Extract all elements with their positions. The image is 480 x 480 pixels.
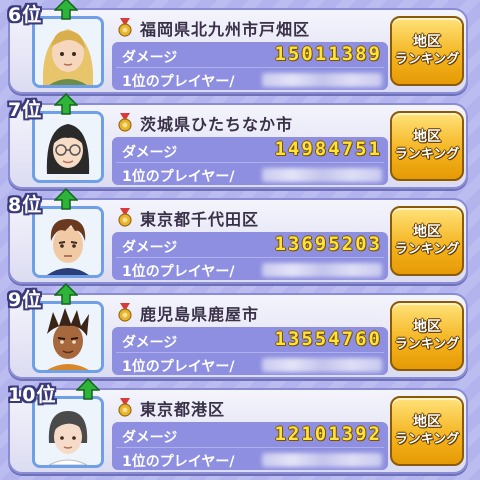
damage-label: ダメージ: [122, 145, 178, 161]
rank-up-arrow-icon: [76, 378, 100, 400]
rank-up-arrow-icon: [54, 188, 78, 210]
rank-up-arrow-icon: [54, 283, 78, 305]
score-panel: ダメージ 15011389 1位のプレイヤー/: [112, 42, 388, 90]
damage-label: ダメージ: [122, 50, 178, 66]
damage-value: 14984751: [274, 138, 382, 160]
damage-label: ダメージ: [122, 430, 178, 446]
button-label-line1: 地区: [413, 319, 441, 335]
avatar-dreadlock-boy-icon: [35, 304, 101, 370]
rank-label: 9位: [8, 289, 43, 311]
button-label-line1: 地区: [413, 129, 441, 145]
top-player-label: 1位のプレイヤー/: [122, 359, 235, 375]
top-player-label: 1位のプレイヤー/: [122, 454, 235, 470]
ranking-row: 9位 鹿児島県鹿屋市 ダメージ 13554760 1位のプレイヤー/ 地区 ラン…: [8, 283, 468, 379]
area-ranking-button[interactable]: 地区 ランキング: [390, 16, 464, 86]
divider: [116, 67, 384, 68]
region-title: 鹿児島県鹿屋市: [116, 301, 386, 325]
button-label-line2: ランキング: [394, 242, 460, 257]
score-panel: ダメージ 13695203 1位のプレイヤー/: [112, 232, 388, 280]
medal-icon: [118, 303, 132, 322]
medal-icon: [118, 208, 132, 227]
button-label-line2: ランキング: [394, 147, 460, 162]
player-avatar: [32, 16, 104, 88]
region-name: 茨城県ひたちなか市: [140, 115, 294, 134]
top-player-name-blurred: [262, 263, 382, 277]
avatar-brown-hair-boy-icon: [35, 209, 101, 275]
area-ranking-button[interactable]: 地区 ランキング: [390, 206, 464, 276]
button-label-line1: 地区: [413, 34, 441, 50]
top-player-name-blurred: [262, 73, 382, 87]
avatar-glasses-girl-icon: [35, 114, 101, 180]
damage-value: 13695203: [274, 233, 382, 255]
region-title: 茨城県ひたちなか市: [116, 111, 386, 135]
ranking-list: 6位 福岡県北九州市戸畑区 ダメージ 15011389 1位のプレイヤー/ 地区…: [0, 0, 480, 480]
ranking-row: 10位 東京都港区 ダメージ 12101392 1位のプレイヤー/ 地区 ランキ…: [8, 378, 468, 474]
rank-up-arrow-icon: [54, 0, 78, 20]
divider: [116, 352, 384, 353]
top-player-label: 1位のプレイヤー/: [122, 264, 235, 280]
ranking-row: 6位 福岡県北九州市戸畑区 ダメージ 15011389 1位のプレイヤー/ 地区…: [8, 0, 468, 94]
region-name: 福岡県北九州市戸畑区: [140, 20, 311, 39]
top-player-label: 1位のプレイヤー/: [122, 169, 235, 185]
score-panel: ダメージ 14984751 1位のプレイヤー/: [112, 137, 388, 185]
medal-icon: [118, 113, 132, 132]
region-name: 東京都港区: [140, 400, 226, 419]
button-label-line1: 地区: [413, 414, 441, 430]
damage-value: 12101392: [274, 423, 382, 445]
divider: [116, 447, 384, 448]
top-player-name-blurred: [262, 453, 382, 467]
button-label-line1: 地区: [413, 224, 441, 240]
medal-icon: [118, 18, 132, 37]
player-avatar: [32, 301, 104, 373]
rank-label: 8位: [8, 194, 43, 216]
area-ranking-button[interactable]: 地区 ランキング: [390, 396, 464, 466]
area-ranking-button[interactable]: 地区 ランキング: [390, 301, 464, 371]
rank-label: 10位: [8, 384, 57, 406]
rank-up-arrow-icon: [54, 93, 78, 115]
player-avatar: [32, 111, 104, 183]
score-panel: ダメージ 12101392 1位のプレイヤー/: [112, 422, 388, 470]
top-player-name-blurred: [262, 168, 382, 182]
rank-label: 6位: [8, 4, 43, 26]
region-name: 鹿児島県鹿屋市: [140, 305, 260, 324]
damage-label: ダメージ: [122, 335, 178, 351]
avatar-blonde-girl-icon: [35, 19, 101, 85]
region-title: 東京都港区: [116, 396, 386, 420]
avatar-short-hair-woman-icon: [35, 399, 101, 465]
divider: [116, 162, 384, 163]
player-avatar: [32, 206, 104, 278]
divider: [116, 257, 384, 258]
medal-icon: [118, 398, 132, 417]
button-label-line2: ランキング: [394, 52, 460, 67]
top-player-name-blurred: [262, 358, 382, 372]
score-panel: ダメージ 13554760 1位のプレイヤー/: [112, 327, 388, 375]
button-label-line2: ランキング: [394, 432, 460, 447]
region-title: 福岡県北九州市戸畑区: [116, 16, 386, 40]
ranking-row: 7位 茨城県ひたちなか市 ダメージ 14984751 1位のプレイヤー/ 地区 …: [8, 93, 468, 189]
damage-label: ダメージ: [122, 240, 178, 256]
area-ranking-button[interactable]: 地区 ランキング: [390, 111, 464, 181]
region-title: 東京都千代田区: [116, 206, 386, 230]
rank-label: 7位: [8, 99, 43, 121]
damage-value: 15011389: [274, 43, 382, 65]
region-name: 東京都千代田区: [140, 210, 260, 229]
top-player-label: 1位のプレイヤー/: [122, 74, 235, 90]
damage-value: 13554760: [274, 328, 382, 350]
button-label-line2: ランキング: [394, 337, 460, 352]
ranking-row: 8位 東京都千代田区 ダメージ 13695203 1位のプレイヤー/ 地区 ラン…: [8, 188, 468, 284]
